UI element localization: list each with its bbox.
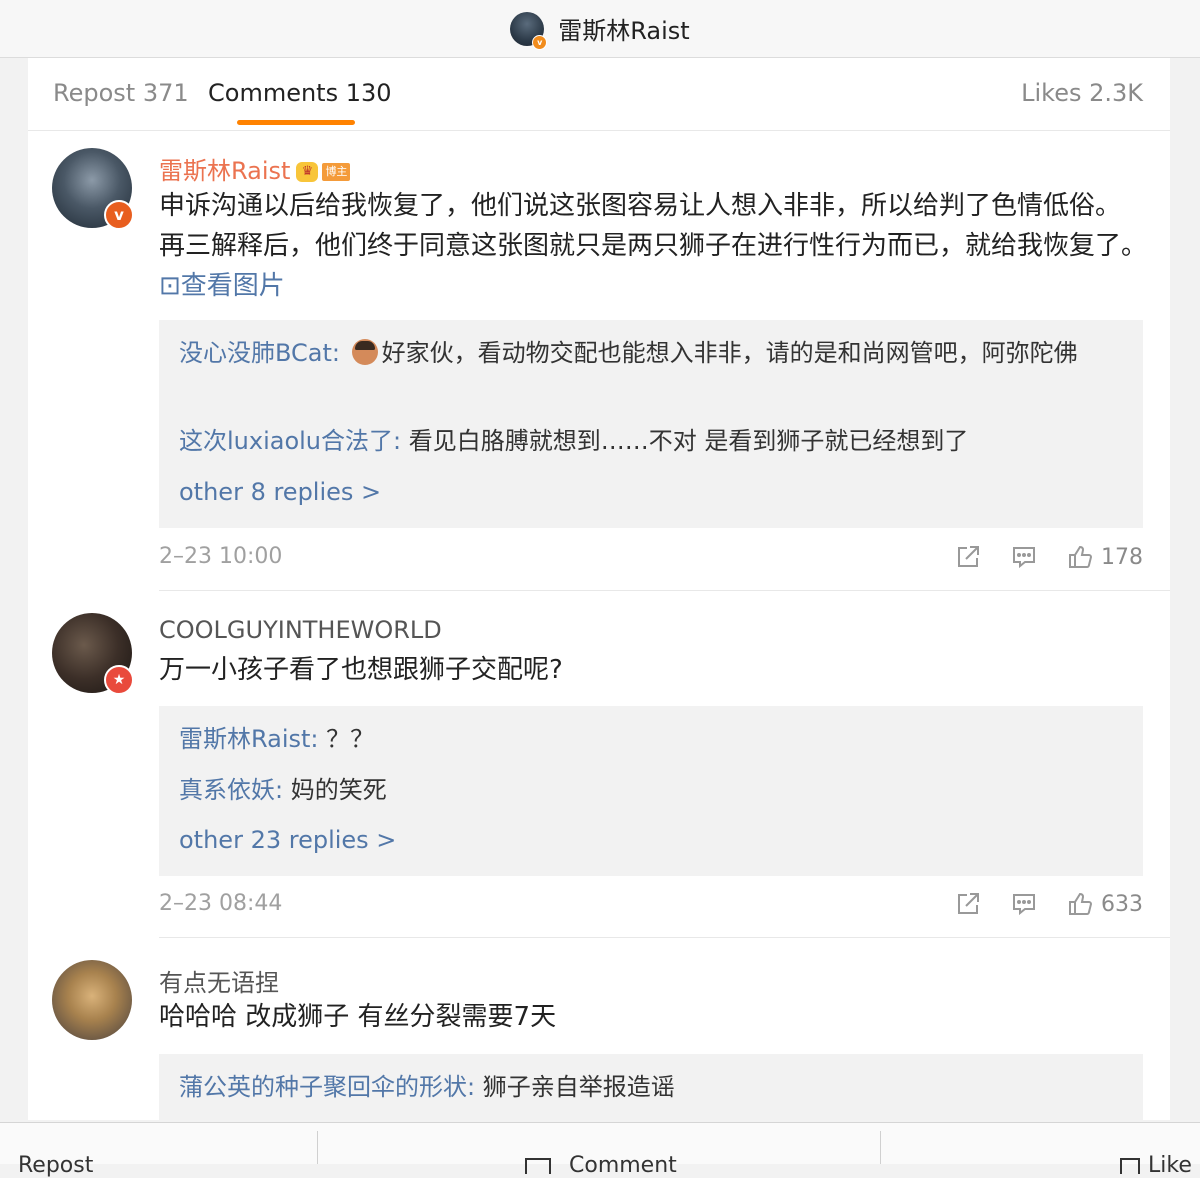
bottom-repost-button[interactable]: Repost [18, 1153, 93, 1178]
blogger-badge: 博主 [322, 163, 351, 181]
reply-text: 好家伙，看动物交配也能想入非非，请的是和尚网管吧，阿弥陀佛 [381, 339, 1078, 367]
reply-text: ？？ [318, 725, 375, 753]
tab-likes[interactable]: Likes 2.3K [1021, 79, 1143, 107]
avatar[interactable]: v [52, 148, 134, 230]
comment-username[interactable]: 有点无语捏 [159, 963, 279, 998]
divider [317, 1131, 318, 1164]
header-avatar[interactable]: v [510, 11, 548, 50]
tab-comments[interactable]: Comments 130 [208, 79, 392, 107]
timestamp: 2–23 10:00 [159, 544, 283, 569]
bottom-comment-label: Comment [569, 1153, 677, 1178]
comment-text: 万一小孩子看了也想跟狮子交配呢? [159, 655, 563, 685]
bottom-like-label: Like [1148, 1153, 1192, 1178]
tab-bar: Repost 371 Comments 130 Likes 2.3K [28, 58, 1170, 131]
reply-item: 这次luxiaolu合法了: 看见白胳膊就想到……不对 是看到狮子就已经想到了 [179, 422, 1119, 460]
reply-item: 真系依妖: 妈的笑死 [179, 771, 1119, 809]
star-badge-icon: ★ [104, 665, 134, 695]
comments-panel: Repost 371 Comments 130 Likes 2.3K v 雷斯林… [28, 58, 1170, 1120]
verified-badge-icon: v [532, 34, 548, 50]
bottom-action-bar: Repost Comment Like [0, 1122, 1200, 1178]
like-icon[interactable] [1067, 891, 1093, 917]
verified-badge-icon: v [104, 200, 134, 230]
bottom-comment-button[interactable]: Comment [525, 1153, 677, 1178]
timestamp: 2–23 08:44 [159, 891, 283, 916]
divider [880, 1131, 881, 1164]
avatar[interactable] [52, 960, 132, 1040]
reply-box: 蒲公英的种子聚回伞的形状: 狮子亲自举报造谣 [159, 1054, 1143, 1120]
reply-author[interactable]: 真系依妖: [179, 776, 283, 804]
divider [159, 937, 1170, 938]
comment-username[interactable]: 雷斯林Raist ♛ 博主 [159, 151, 351, 186]
top-bar: v 雷斯林Raist [0, 0, 1200, 58]
comment-meta: 2–23 10:00 178 [159, 544, 1143, 576]
share-icon[interactable] [955, 891, 981, 917]
reply-text: 狮子亲自举报造谣 [475, 1073, 675, 1101]
tab-repost[interactable]: Repost 371 [53, 79, 189, 107]
page-title: 雷斯林Raist [558, 17, 690, 45]
comment-actions: 633 [925, 891, 1143, 917]
comment-body: 申诉沟通以后给我恢复了，他们说这张图容易让人想入非非，所以给判了色情低俗。 再三… [159, 191, 1148, 261]
reply-box: 雷斯林Raist: ？？ 真系依妖: 妈的笑死 other 23 replies… [159, 706, 1143, 876]
reply-author[interactable]: 蒲公英的种子聚回伞的形状: [179, 1073, 475, 1101]
comment-actions: 178 [925, 544, 1143, 570]
like-icon[interactable] [1067, 544, 1093, 570]
comment-icon [525, 1158, 551, 1174]
more-replies-link[interactable]: other 23 replies > [179, 826, 396, 854]
reply-author[interactable]: 雷斯林Raist: [179, 725, 319, 753]
comment-text: 哈哈哈 改成狮子 有丝分裂需要7天 [159, 1002, 557, 1032]
reply-icon[interactable] [1011, 891, 1037, 917]
thumb-icon [1120, 1158, 1140, 1174]
reply-author[interactable]: 这次luxiaolu合法了: [179, 427, 401, 455]
reply-author[interactable]: 没心没肺BCat: [179, 339, 340, 367]
view-image-link[interactable]: ⊡查看图片 [159, 271, 285, 301]
more-replies-link[interactable]: other 8 replies > [179, 478, 381, 506]
face-emoji-icon [351, 339, 378, 365]
bottom-like-button[interactable]: Like [1120, 1153, 1192, 1178]
reply-text: 妈的笑死 [283, 776, 387, 804]
reply-text: 看见白胳膊就想到……不对 是看到狮子就已经想到了 [401, 427, 969, 455]
reply-icon[interactable] [1011, 544, 1037, 570]
reply-box: 没心没肺BCat: 好家伙，看动物交配也能想入非非，请的是和尚网管吧，阿弥陀佛 … [159, 320, 1143, 528]
comment-text: 申诉沟通以后给我恢复了，他们说这张图容易让人想入非非，所以给判了色情低俗。 再三… [159, 186, 1149, 306]
divider [159, 590, 1170, 591]
like-count: 178 [1101, 544, 1143, 570]
comment-username[interactable]: COOLGUYINTHEWORLD [159, 616, 442, 644]
active-tab-indicator [237, 120, 355, 125]
like-count: 633 [1101, 891, 1143, 917]
comment-meta: 2–23 08:44 633 [159, 891, 1143, 923]
crown-icon: ♛ [296, 162, 319, 182]
avatar[interactable]: ★ [52, 613, 134, 695]
reply-item: 没心没肺BCat: 好家伙，看动物交配也能想入非非，请的是和尚网管吧，阿弥陀佛 [179, 334, 1119, 372]
username-text: 雷斯林Raist [159, 157, 291, 185]
reply-item: 雷斯林Raist: ？？ [179, 720, 1119, 758]
share-icon[interactable] [955, 544, 981, 570]
reply-item: 蒲公英的种子聚回伞的形状: 狮子亲自举报造谣 [179, 1068, 1119, 1106]
